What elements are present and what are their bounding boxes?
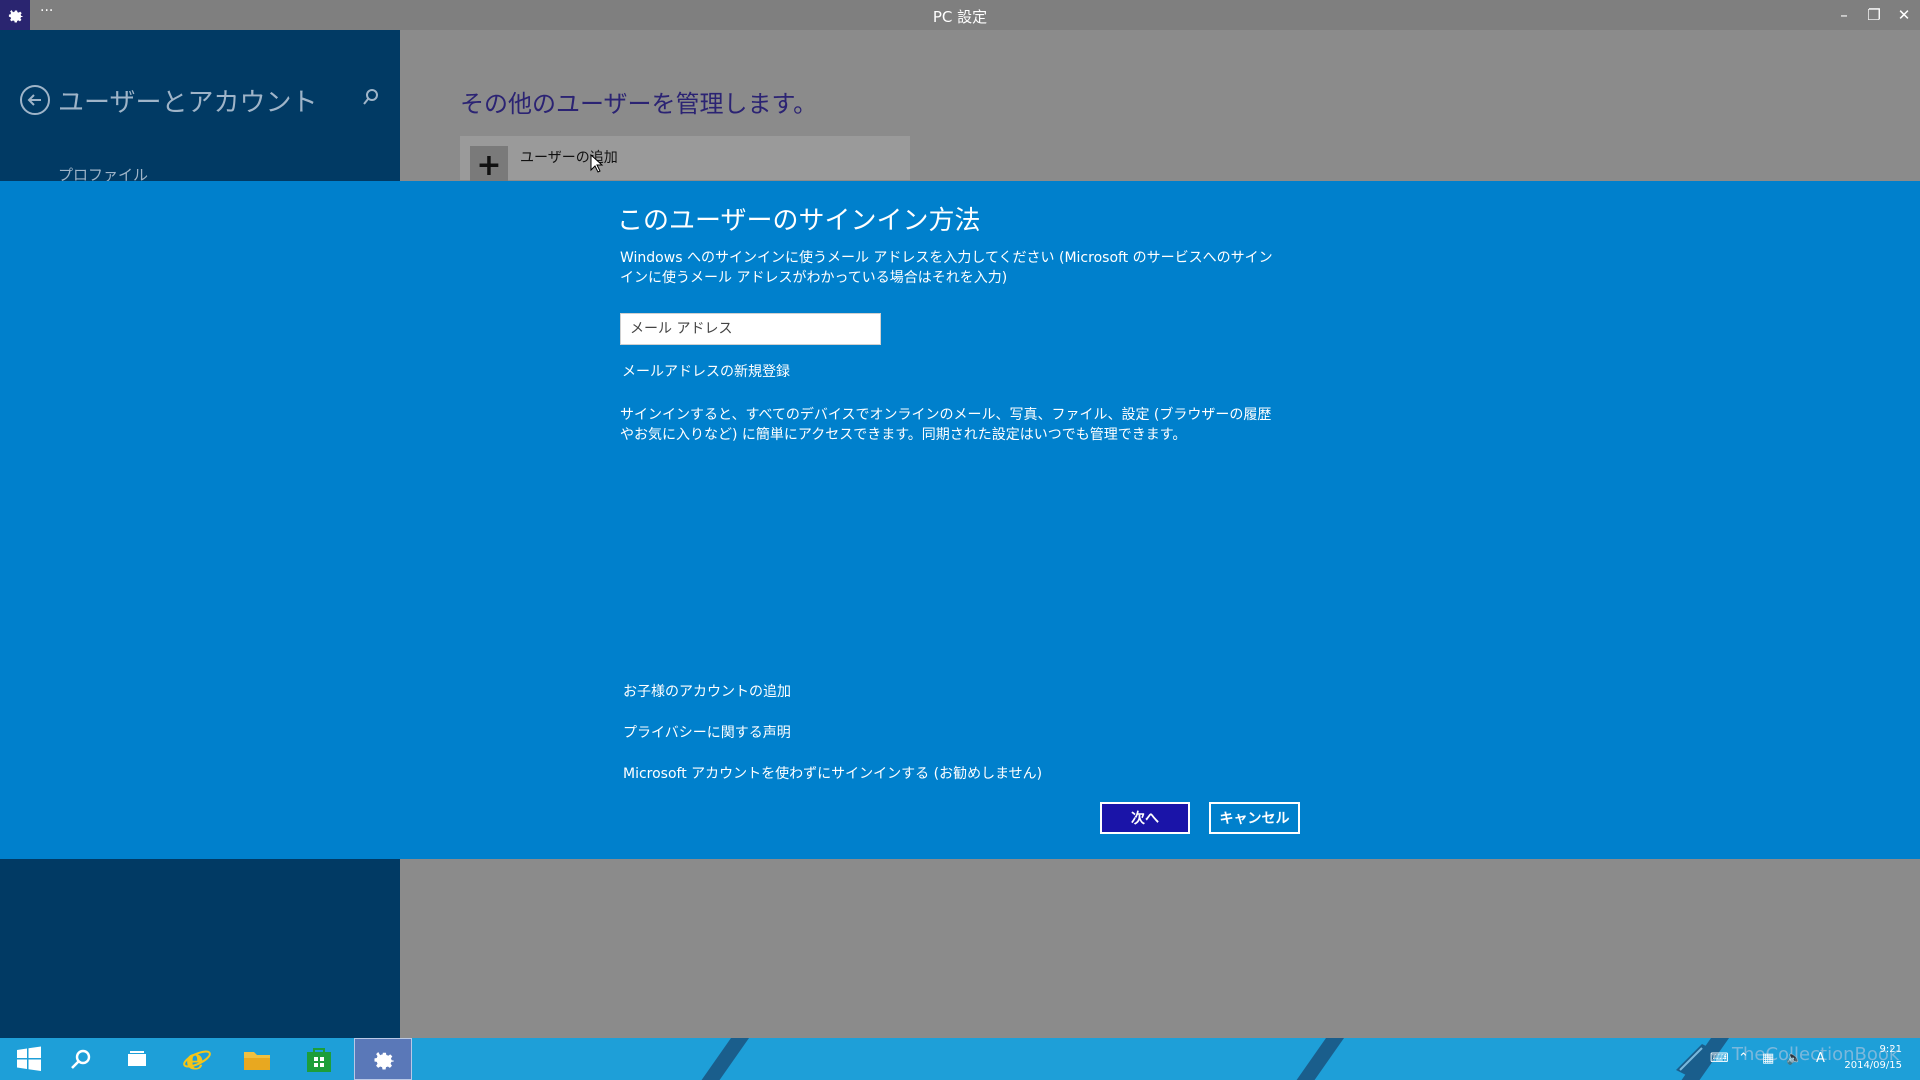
search-icon [71,1049,91,1069]
sidebar-title: ユーザーとアカウント [58,88,318,118]
task-view-icon [128,1051,146,1066]
add-child-account-link[interactable]: お子様のアカウントの追加 [623,681,791,701]
taskbar: e TheCollectionBook ⌨ ⌃ ▦ 🔈 A 9:21 2014/… [0,1038,1920,1080]
back-button[interactable] [20,85,50,115]
mouse-cursor-icon [590,154,604,173]
taskbar-store[interactable] [290,1038,348,1080]
search-icon[interactable] [362,88,382,108]
internet-explorer-icon: e [183,1044,211,1074]
clock[interactable]: 9:21 2014/09/15 [1844,1042,1902,1074]
keyboard-icon[interactable]: ⌨ [1710,1051,1729,1066]
sign-in-without-microsoft-account-link[interactable]: Microsoft アカウントを使わずにサインインする (お勧めしません) [623,763,1042,783]
title-bar: ··· PC 設定 – ❐ ✕ [0,0,1920,30]
dialog-info-text: サインインすると、すべてのデバイスでオンラインのメール、写真、ファイル、設定 (… [620,407,1272,443]
windows-logo-icon [17,1046,41,1071]
wallpaper-stripe [1283,1038,1345,1080]
dialog-title: このユーザーのサインイン方法 [617,206,981,236]
taskbar-internet-explorer[interactable]: e [168,1038,226,1080]
start-button[interactable] [0,1038,58,1080]
page-title: その他のユーザーを管理します。 [460,90,818,118]
new-email-registration-link[interactable]: メールアドレスの新規登録 [622,361,790,381]
window-title: PC 設定 [932,8,988,26]
taskbar-file-explorer[interactable] [228,1038,286,1080]
show-hidden-icons-icon[interactable]: ⌃ [1738,1051,1749,1066]
wallpaper-stripe [688,1038,750,1080]
cancel-button[interactable]: キャンセル [1209,802,1300,834]
dialog-description: Windows へのサインインに使うメール アドレスを入力してください (Mic… [620,250,1273,286]
restore-button[interactable]: ❐ [1860,3,1888,27]
clock-time: 9:21 [1879,1044,1902,1055]
next-button[interactable]: 次へ [1100,802,1190,834]
taskbar-search-button[interactable] [52,1038,110,1080]
gear-icon [374,1052,394,1070]
plus-icon: + [470,146,508,184]
network-icon[interactable]: ▦ [1762,1051,1774,1066]
back-arrow-icon [27,94,41,106]
store-bag-icon [307,1048,331,1072]
clock-date: 2014/09/15 [1844,1060,1902,1071]
ime-indicator[interactable]: A [1816,1051,1825,1066]
minimize-button[interactable]: – [1830,3,1858,27]
email-address-input[interactable] [620,313,881,345]
privacy-statement-link[interactable]: プライバシーに関する声明 [623,722,791,742]
taskbar-pc-settings[interactable] [354,1038,412,1080]
task-view-button[interactable] [108,1038,166,1080]
close-button[interactable]: ✕ [1890,3,1918,27]
folder-icon [244,1052,270,1070]
volume-icon[interactable]: 🔈 [1786,1051,1802,1066]
